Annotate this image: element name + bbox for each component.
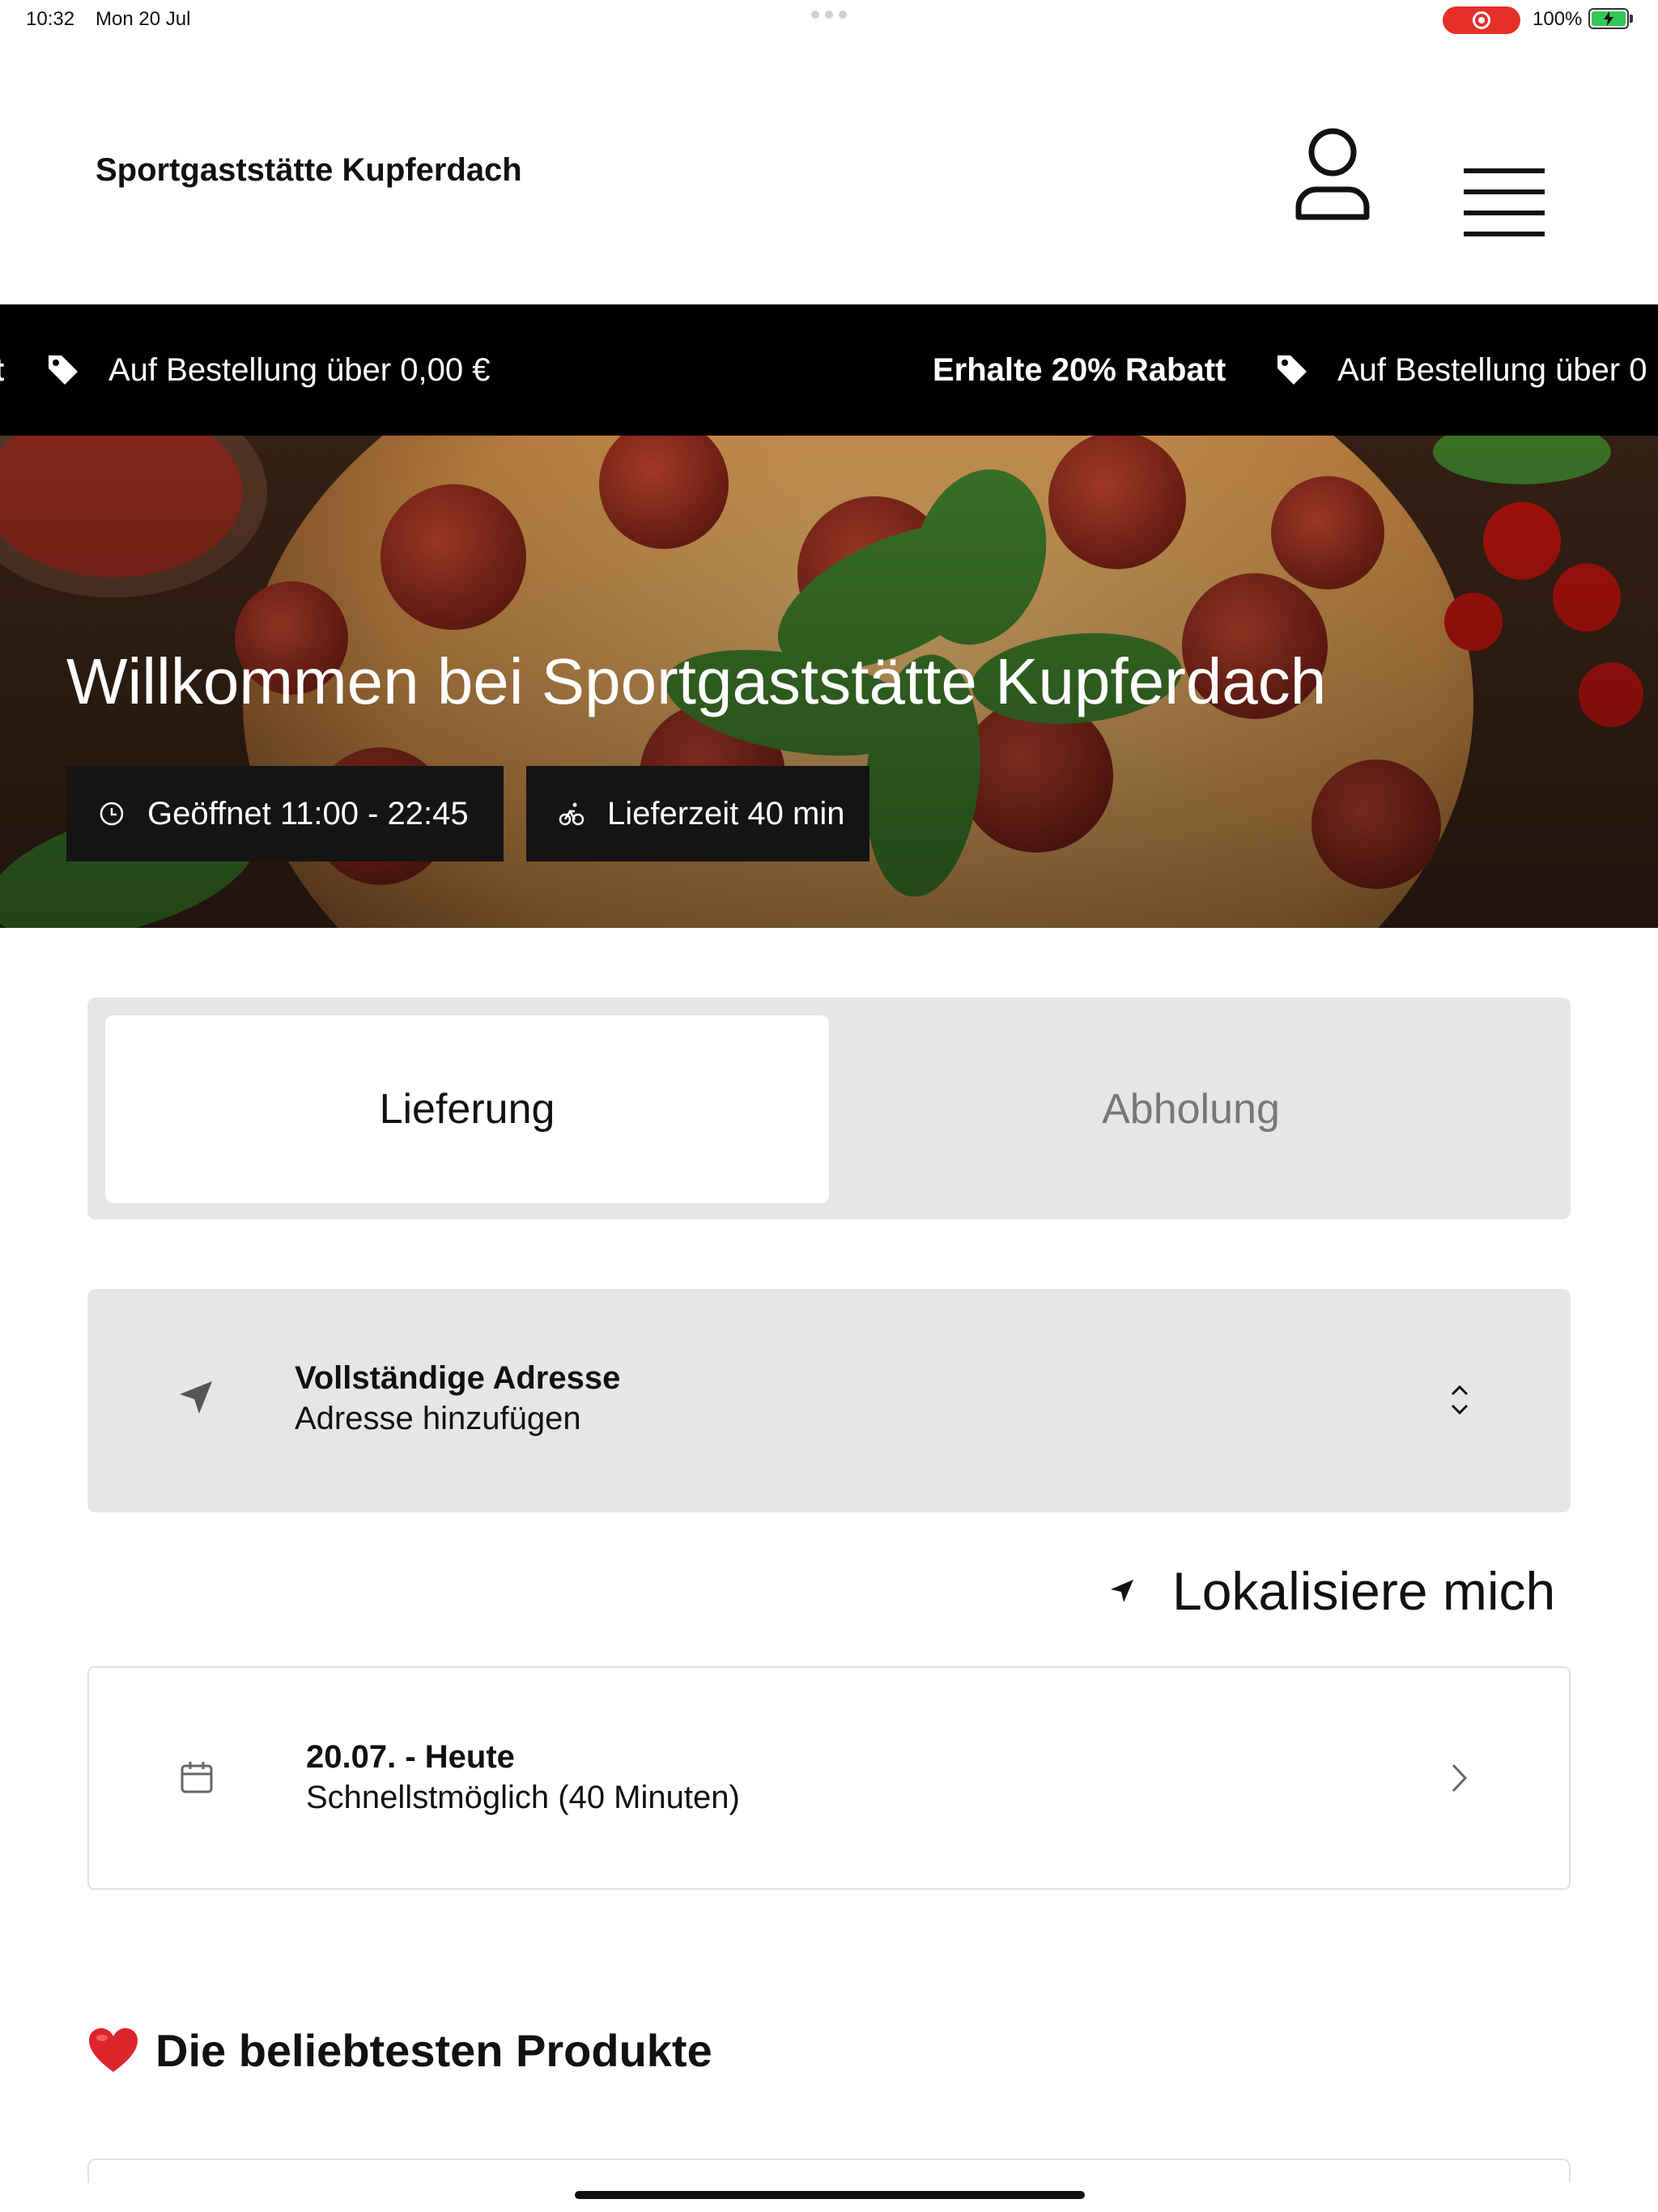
user-icon[interactable] [1292,126,1373,223]
locate-me-label: Lokalisiere mich [1172,1561,1556,1621]
hamburger-menu-icon[interactable] [1464,168,1553,249]
promo-ticker: t Auf Bestellung über 0,00 € Erhalte 20%… [0,304,1658,436]
locate-me-button[interactable]: Lokalisiere mich [1109,1555,1555,1627]
address-subtitle: Adresse hinzufügen [295,1401,581,1436]
battery-tip [1630,15,1633,23]
chevron-up-down-icon [1451,1385,1469,1415]
navigation-arrow-icon [180,1381,212,1414]
tag-icon [1274,352,1310,388]
bicycle-icon [559,802,585,826]
chevron-right-icon [1452,1763,1468,1793]
status-bar: 10:32 Mon 20 Jul 100% [0,0,1658,39]
popular-products-heading: Die beliebtesten Produkte [87,2024,712,2077]
status-date: Mon 20 Jul [96,8,191,30]
delivery-time-chip: Lieferzeit 40 min [526,766,869,861]
order-mode-toggle: Lieferung Abholung [87,998,1571,1219]
battery-percentage: 100% [1533,8,1583,30]
address-title: Vollständige Adresse [295,1360,621,1396]
tag-icon [45,352,81,388]
clock-icon [100,802,124,826]
screen-recording-indicator[interactable] [1443,6,1520,34]
delivery-time-selector[interactable]: 20.07. - Heute Schnellstmöglich (40 Minu… [87,1666,1571,1890]
home-indicator[interactable] [575,2191,1085,2199]
header: Sportgaststätte Kupferdach [0,39,1658,304]
address-selector[interactable]: Vollständige Adresse Adresse hinzufügen [87,1289,1571,1512]
record-icon [1473,11,1490,29]
ticker-bold-text: Erhalte 20% Rabatt [933,351,1226,388]
heart-icon [89,2027,138,2072]
popular-products-title: Die beliebtesten Produkte [155,2025,712,2076]
ticker-item: Auf Bestellung über 0 [1274,304,1647,436]
brand-name[interactable]: Sportgaststätte Kupferdach [96,152,522,189]
schedule-subtitle: Schnellstmöglich (40 Minuten) [306,1780,740,1815]
opening-hours-text: Geöffnet 11:00 - 22:45 [147,795,469,832]
ticker-item: Erhalte 20% Rabatt [933,304,1226,436]
hero-banner: Willkommen bei Sportgaststätte Kupferdac… [0,436,1658,928]
delivery-time-text: Lieferzeit 40 min [607,795,845,832]
ticker-text: Auf Bestellung über 0,00 € [108,351,491,388]
ticker-bold-text: t [0,352,4,389]
opening-hours-chip: Geöffnet 11:00 - 22:45 [66,766,504,861]
ticker-text: Auf Bestellung über 0 [1337,351,1647,388]
ticker-item: t [0,304,4,436]
hero-title: Willkommen bei Sportgaststätte Kupferdac… [66,645,1327,717]
calendar-icon [181,1762,213,1793]
multitasking-dots-icon[interactable] [811,10,847,19]
schedule-title: 20.07. - Heute [306,1739,515,1775]
ticker-item: Auf Bestellung über 0,00 € [45,304,490,436]
location-arrow-icon [1111,1580,1133,1602]
product-card[interactable] [87,2159,1571,2183]
tab-abholung[interactable]: Abholung [829,1015,1553,1203]
status-time: 10:32 [26,8,75,30]
tab-lieferung[interactable]: Lieferung [105,1015,829,1203]
battery-icon [1588,8,1629,29]
